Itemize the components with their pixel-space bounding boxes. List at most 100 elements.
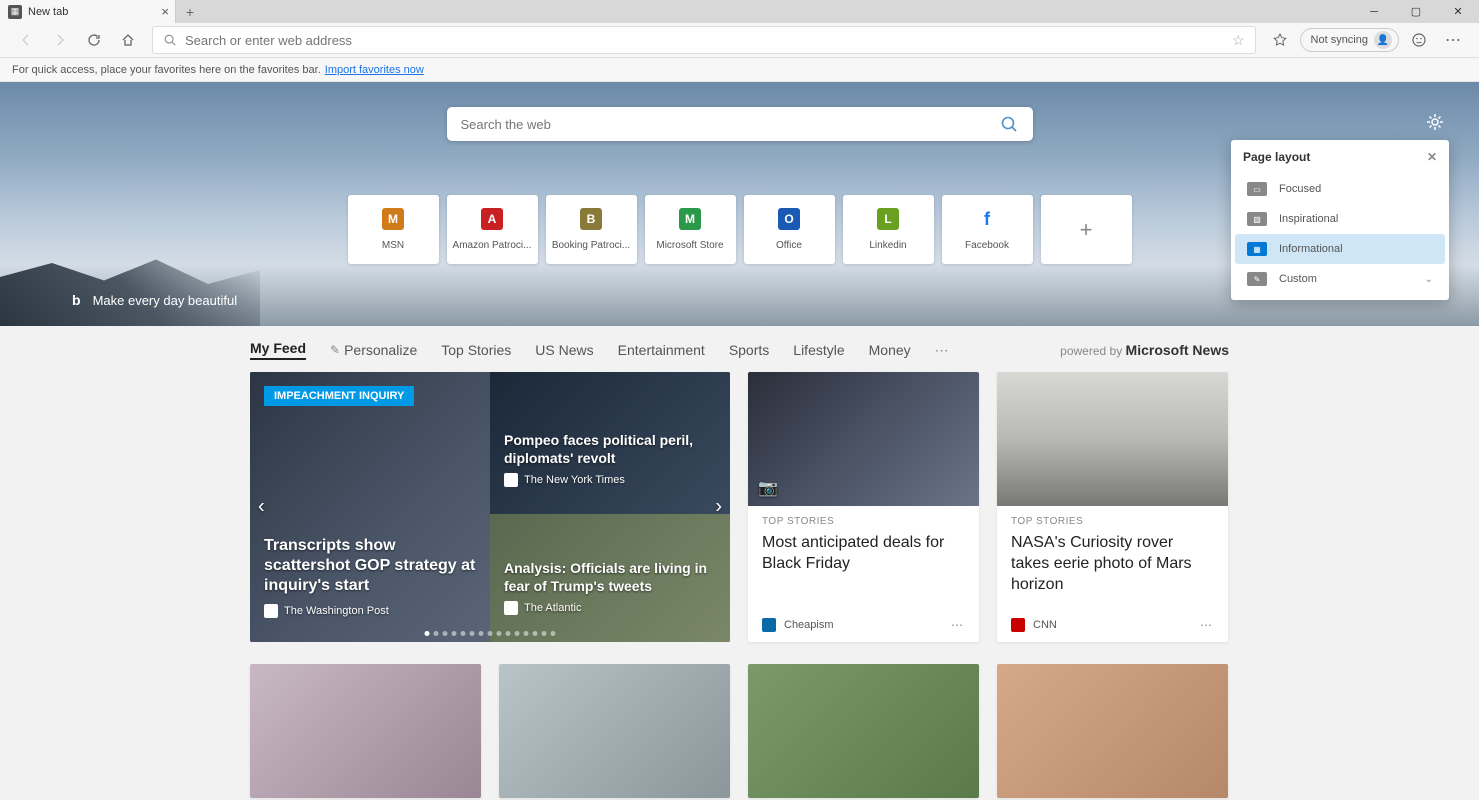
web-search-box[interactable]	[447, 107, 1033, 141]
address-bar[interactable]: ☆	[152, 26, 1256, 54]
news-thumbnail[interactable]	[997, 664, 1228, 798]
layout-option-focused[interactable]: ▭Focused	[1235, 174, 1445, 204]
headline: Transcripts show scattershot GOP strateg…	[264, 536, 480, 596]
quicklink-icon: f	[976, 208, 998, 230]
quicklink-linkedin[interactable]: LLinkedin	[843, 195, 934, 264]
bing-logo-icon: b	[72, 292, 81, 308]
close-tab-button[interactable]: ×	[161, 4, 169, 19]
quicklink-icon: B	[580, 208, 602, 230]
carousel-next-button[interactable]: ›	[715, 496, 722, 519]
layout-icon: ▧	[1247, 212, 1267, 226]
quicklink-msn[interactable]: M MSN	[348, 195, 439, 264]
layout-icon: ✎	[1247, 272, 1267, 286]
home-button[interactable]	[114, 26, 142, 54]
source-name: Cheapism	[784, 619, 834, 631]
quicklink-icon: L	[877, 208, 899, 230]
hero-side-stories: Pompeo faces political peril, diplomats'…	[490, 372, 730, 642]
nav-item-usnews[interactable]: US News	[535, 342, 593, 358]
quicklink-booking[interactable]: B Booking Patroci...	[546, 195, 637, 264]
layout-option-inspirational[interactable]: ▧Inspirational	[1235, 204, 1445, 234]
favorites-hint: For quick access, place your favorites h…	[12, 64, 321, 76]
back-button[interactable]	[12, 26, 40, 54]
bing-promo[interactable]: b Make every day beautiful	[72, 292, 237, 308]
nav-item-money[interactable]: Money	[869, 342, 911, 358]
forward-button[interactable]	[46, 26, 74, 54]
nav-item-personalize[interactable]: ✎Personalize	[330, 342, 417, 358]
quicklink-icon: M	[679, 208, 701, 230]
source-icon	[504, 601, 518, 615]
nav-item-entertainment[interactable]: Entertainment	[618, 342, 705, 358]
search-icon	[163, 33, 177, 47]
news-card-blackfriday[interactable]: 📷 TOP STORIES Most anticipated deals for…	[748, 372, 979, 642]
news-card-mars[interactable]: TOP STORIES NASA's Curiosity rover takes…	[997, 372, 1228, 642]
close-window-button[interactable]: ✕	[1437, 0, 1479, 23]
layout-option-informational[interactable]: ▦Informational	[1235, 234, 1445, 264]
nav-item-sports[interactable]: Sports	[729, 342, 769, 358]
layout-option-custom[interactable]: ✎Custom⌄	[1235, 264, 1445, 294]
page-settings-button[interactable]	[1425, 112, 1445, 132]
nav-item-topstories[interactable]: Top Stories	[441, 342, 511, 358]
favorites-button[interactable]	[1266, 26, 1294, 54]
card-more-button[interactable]: ⋯	[1200, 618, 1214, 632]
favorite-star-icon[interactable]: ☆	[1232, 32, 1245, 49]
quicklink-icon: M	[382, 208, 404, 230]
window-controls: ─ ▢ ✕	[1353, 0, 1479, 23]
web-search-input[interactable]	[461, 117, 999, 132]
import-favorites-link[interactable]: Import favorites now	[325, 64, 424, 76]
pencil-icon: ✎	[330, 343, 340, 357]
refresh-button[interactable]	[80, 26, 108, 54]
powered-by: powered by Microsoft News	[1060, 342, 1229, 358]
quicklink-office[interactable]: OOffice	[744, 195, 835, 264]
hero-side-story-2[interactable]: Analysis: Officials are living in fear o…	[490, 514, 730, 642]
quicklink-facebook[interactable]: f Facebook	[942, 195, 1033, 264]
feedback-button[interactable]	[1405, 26, 1433, 54]
nav-more-button[interactable]: ⋯	[935, 342, 949, 359]
headline: Pompeo faces political peril, diplomats'…	[504, 432, 716, 467]
card-more-button[interactable]: ⋯	[951, 618, 965, 632]
minimize-button[interactable]: ─	[1353, 0, 1395, 23]
panel-close-button[interactable]: ✕	[1427, 150, 1437, 164]
feed-grid: IMPEACHMENT INQUIRY ‹ › Transcripts show…	[0, 368, 1479, 646]
camera-icon: 📷	[758, 478, 778, 498]
card-image: 📷	[748, 372, 979, 506]
quicklink-label: Facebook	[946, 240, 1029, 251]
news-thumbnail[interactable]	[499, 664, 730, 798]
quicklink-amazon[interactable]: A Amazon Patroci...	[447, 195, 538, 264]
source-icon	[504, 473, 518, 487]
quicklink-add-button[interactable]: +	[1041, 195, 1132, 264]
card-title: Most anticipated deals for Black Friday	[762, 533, 965, 575]
address-input[interactable]	[185, 33, 1232, 48]
nav-item-lifestyle[interactable]: Lifestyle	[793, 342, 844, 358]
hero-side-story-1[interactable]: Pompeo faces political peril, diplomats'…	[490, 372, 730, 514]
source: The Washington Post	[264, 604, 480, 618]
feed-nav: My Feed ✎Personalize Top Stories US News…	[0, 326, 1479, 368]
quicklink-msstore[interactable]: MMicrosoft Store	[645, 195, 736, 264]
settings-menu-button[interactable]: ⋯	[1439, 26, 1467, 54]
news-tag: IMPEACHMENT INQUIRY	[264, 386, 414, 406]
browser-tab[interactable]: ▦ New tab ×	[0, 0, 176, 23]
hero-news-card[interactable]: IMPEACHMENT INQUIRY ‹ › Transcripts show…	[250, 372, 730, 642]
panel-header: Page layout ✕	[1231, 140, 1449, 174]
quicklink-label: Amazon Patroci...	[451, 240, 534, 251]
search-submit-icon[interactable]	[999, 114, 1019, 134]
layout-icon: ▭	[1247, 182, 1267, 196]
sync-profile-button[interactable]: Not syncing 👤	[1300, 28, 1399, 52]
source-icon	[264, 604, 278, 618]
news-thumbnail[interactable]	[250, 664, 481, 798]
quicklink-icon: A	[481, 208, 503, 230]
hero-main-story[interactable]: Transcripts show scattershot GOP strateg…	[264, 536, 480, 618]
quicklink-label: MSN	[352, 240, 435, 251]
source: The Atlantic	[504, 601, 716, 615]
nav-item-myfeed[interactable]: My Feed	[250, 340, 306, 360]
quicklink-icon: O	[778, 208, 800, 230]
carousel-pager[interactable]	[425, 631, 556, 636]
source-icon	[762, 618, 776, 632]
carousel-prev-button[interactable]: ‹	[258, 496, 265, 519]
sync-label: Not syncing	[1311, 34, 1368, 46]
news-thumbnail[interactable]	[748, 664, 979, 798]
chevron-down-icon: ⌄	[1425, 274, 1433, 285]
quicklink-label: Booking Patroci...	[550, 240, 633, 251]
maximize-button[interactable]: ▢	[1395, 0, 1437, 23]
panel-title: Page layout	[1243, 150, 1310, 164]
new-tab-button[interactable]: +	[176, 0, 204, 23]
